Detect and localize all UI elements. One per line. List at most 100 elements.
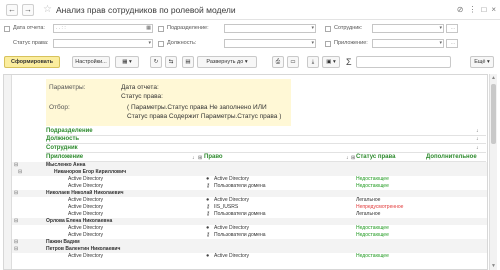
scroll-thumb[interactable]: [491, 84, 496, 144]
filter-label: Отбор:: [49, 104, 70, 111]
scroll-up-icon[interactable]: ▲: [491, 75, 496, 81]
right-row[interactable]: Active Directory ⚷ Пользователи домена Лега…: [12, 211, 487, 218]
employee-row[interactable]: ⊟ Петров Валентин Николаевич: [12, 246, 487, 253]
employee-field[interactable]: ▾: [372, 24, 444, 33]
compare-icon[interactable]: ⇆: [165, 56, 177, 68]
cell-right: Active Directory: [214, 225, 250, 231]
variant-button[interactable]: ▦ ▾: [115, 56, 139, 68]
key-icon: ⚷: [206, 232, 211, 238]
print-icon[interactable]: ⎙: [272, 56, 284, 68]
close-icon[interactable]: ×: [491, 5, 496, 15]
right-row[interactable]: Active Directory ⚷ Пользователи домена Недо…: [12, 183, 487, 190]
vertical-scrollbar[interactable]: ▲ ▼: [489, 74, 497, 270]
right-row[interactable]: Active Directory ● Active Directory Недоста…: [12, 225, 487, 232]
cell-status: Непредусмотренное: [356, 204, 404, 210]
status-field[interactable]: ▾: [53, 39, 153, 48]
employee-row[interactable]: ⊟ Никаноров Егор Кириллович: [12, 169, 487, 176]
chevron-down-icon[interactable]: ▾: [148, 40, 151, 47]
cell-app: Николаев Николай Николаевич: [46, 190, 124, 196]
more-icon[interactable]: ⋮: [468, 5, 476, 15]
cell-app: Active Directory: [68, 211, 104, 217]
page-title: Анализ прав сотрудников по ролевой модел…: [56, 5, 236, 15]
user-icon: ●: [206, 225, 210, 231]
chevron-down-icon[interactable]: ▾: [311, 25, 314, 32]
employee-row[interactable]: ⊟ Пажин Вадим: [12, 239, 487, 246]
generate-button[interactable]: Сформировать: [4, 56, 60, 68]
chevron-down-icon[interactable]: ▾: [439, 25, 442, 32]
tree-toggle-icon[interactable]: ⊟: [14, 218, 18, 225]
forward-button[interactable]: →: [22, 4, 34, 16]
col-status-header[interactable]: Статус права: [356, 154, 395, 160]
right-row[interactable]: Active Directory ● Active Directory Легальн…: [12, 197, 487, 204]
date-field[interactable]: . . : : ▦: [53, 24, 153, 33]
tree-toggle-icon[interactable]: ⊟: [14, 162, 18, 169]
cell-right: Пользователи домена: [214, 211, 266, 217]
employee-row[interactable]: ⊟ Николаев Николай Николаевич: [12, 190, 487, 197]
status-label: Статус права:: [13, 40, 49, 46]
cell-app: Active Directory: [68, 183, 104, 189]
sort-icon[interactable]: ↓: [476, 136, 479, 142]
division-field[interactable]: ▾: [224, 24, 316, 33]
employee-select-button[interactable]: ...: [446, 24, 458, 33]
date-checkbox[interactable]: [4, 26, 10, 32]
employee-row[interactable]: ⊟ Мысленко Анна: [12, 162, 487, 169]
tree-toggle-icon[interactable]: ⊟: [14, 239, 18, 246]
params-status: Статус права:: [121, 93, 163, 100]
row-gutter: [4, 75, 12, 269]
user-icon: ●: [206, 253, 210, 259]
link-icon[interactable]: ⊘: [457, 5, 464, 15]
cell-status: Недостающее: [356, 232, 389, 238]
tree-toggle-icon[interactable]: ⊟: [14, 246, 18, 253]
cell-app: Active Directory: [68, 253, 104, 259]
back-button[interactable]: ←: [6, 4, 18, 16]
chevron-down-icon[interactable]: ▾: [439, 40, 442, 47]
employee-checkbox[interactable]: [325, 26, 331, 32]
export-icon[interactable]: ⤓: [307, 56, 319, 68]
right-row[interactable]: Active Directory ● Active Directory Недоста…: [12, 176, 487, 183]
sort-icon[interactable]: ↓: [476, 128, 479, 134]
right-row[interactable]: Active Directory ⚷ Пользователи домена Недо…: [12, 232, 487, 239]
app-select-button[interactable]: ...: [446, 39, 458, 48]
report-spreadsheet[interactable]: Параметры: Дата отчета: Статус права: От…: [3, 74, 488, 270]
key-icon: ⚷: [206, 204, 211, 210]
params-date: Дата отчета:: [121, 84, 159, 91]
calendar-icon[interactable]: ▦: [146, 25, 151, 32]
sort-icon[interactable]: ↓: [476, 145, 479, 151]
expand-to-button[interactable]: Развернуть до ▾: [197, 56, 257, 68]
app-label: Приложение:: [334, 40, 368, 46]
favorite-star-icon[interactable]: ☆: [43, 3, 52, 17]
refresh-icon[interactable]: ↻: [150, 56, 162, 68]
app-field[interactable]: ▾: [372, 39, 444, 48]
settings-button[interactable]: Настройки...: [72, 56, 110, 68]
employee-row[interactable]: ⊟ Орлова Елена Николаевна: [12, 218, 487, 225]
group-division: Подразделение: [46, 128, 93, 134]
app-checkbox[interactable]: [325, 41, 331, 47]
right-row[interactable]: Active Directory ⚷ IIS_IUSRS Непредусмотрен…: [12, 204, 487, 211]
col-extra-header[interactable]: Дополнительное: [426, 154, 477, 160]
col-right-header[interactable]: Право: [204, 154, 223, 160]
variant-save-icon[interactable]: ▤: [182, 56, 194, 68]
cell-app: Active Directory: [68, 197, 104, 203]
maximize-icon[interactable]: □: [481, 5, 486, 15]
more-button[interactable]: Ещё ▾: [470, 56, 494, 68]
cell-app: Пажин Вадим: [46, 239, 80, 245]
scroll-down-icon[interactable]: ▼: [491, 263, 496, 269]
tree-toggle-icon[interactable]: ⊟: [14, 190, 18, 197]
right-row[interactable]: Active Directory ● Active Directory Недоста…: [12, 253, 487, 260]
cell-app: Мысленко Анна: [46, 162, 86, 168]
group-position: Должность: [46, 136, 80, 142]
col-app-header[interactable]: Приложение: [46, 154, 83, 160]
save-icon[interactable]: ▣ ▾: [322, 56, 340, 68]
position-field[interactable]: ▾: [224, 39, 316, 48]
position-label: Должность:: [167, 40, 197, 46]
variant-icon: ▦: [122, 59, 128, 65]
sum-field[interactable]: [356, 56, 451, 68]
position-checkbox[interactable]: [158, 41, 164, 47]
sum-icon[interactable]: Σ: [346, 57, 352, 67]
cell-right: Пользователи домена: [214, 183, 266, 189]
cell-status: Недостающее: [356, 253, 389, 259]
preview-icon[interactable]: ▭: [287, 56, 299, 68]
tree-toggle-icon[interactable]: ⊟: [18, 169, 22, 176]
division-checkbox[interactable]: [158, 26, 164, 32]
chevron-down-icon[interactable]: ▾: [311, 40, 314, 47]
